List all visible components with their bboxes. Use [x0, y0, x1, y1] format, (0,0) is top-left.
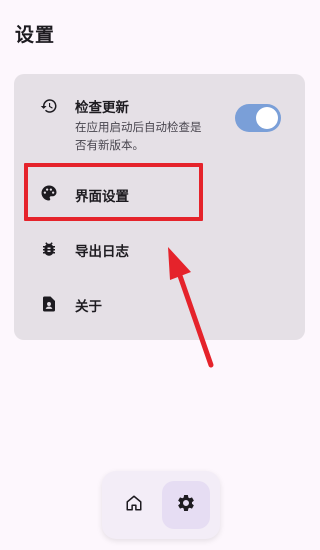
bottom-navigation: [102, 471, 220, 539]
nav-settings-button[interactable]: [162, 481, 210, 529]
home-icon: [125, 494, 143, 516]
annotation-arrow: [168, 247, 214, 368]
gear-icon: [176, 493, 196, 517]
nav-home-button[interactable]: [110, 481, 158, 529]
